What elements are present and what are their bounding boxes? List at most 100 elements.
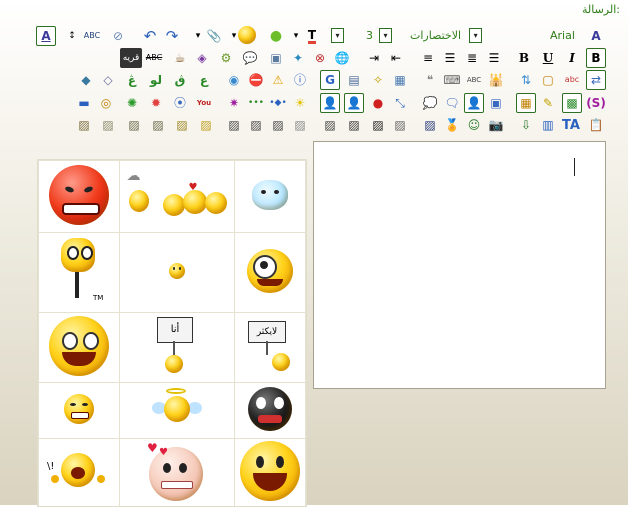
emoticon-cell[interactable] bbox=[234, 232, 306, 313]
character-icon[interactable]: ☺ bbox=[464, 115, 484, 135]
pencil-icon[interactable]: ✎ bbox=[538, 93, 558, 113]
emoticon-cell[interactable] bbox=[234, 160, 306, 233]
align-left-icon[interactable]: ☰ bbox=[440, 48, 460, 68]
film-icon[interactable]: ▩ bbox=[562, 93, 582, 113]
medal-icon[interactable]: 🏅 bbox=[442, 115, 462, 135]
keyboard-icon[interactable]: ⌨ bbox=[442, 70, 462, 90]
mosque-icon[interactable]: 🕌 bbox=[486, 70, 506, 90]
text-style-icon[interactable]: T bbox=[302, 26, 322, 46]
outdent-icon[interactable]: ⇤ bbox=[386, 48, 406, 68]
strike-abc-icon[interactable]: ABC bbox=[144, 48, 164, 68]
sort-icon[interactable]: ⇅ bbox=[516, 70, 536, 90]
bold-toggle-icon[interactable]: B bbox=[586, 48, 606, 68]
table-icon[interactable]: ▦ bbox=[390, 70, 410, 90]
photo-5-icon[interactable]: ▨ bbox=[172, 115, 192, 135]
user-icon[interactable]: 👤 bbox=[320, 93, 340, 113]
emoticon-cell[interactable] bbox=[38, 382, 120, 439]
photo-10-icon[interactable]: ▨ bbox=[290, 115, 310, 135]
photo-14-icon[interactable]: ▨ bbox=[390, 115, 410, 135]
spellcheck-icon[interactable]: ABC bbox=[82, 26, 102, 46]
photo-11-icon[interactable]: ▨ bbox=[320, 115, 340, 135]
emoticon-cell[interactable] bbox=[119, 232, 235, 313]
abc-123-icon[interactable]: ABC bbox=[464, 70, 484, 90]
italic-icon[interactable]: I bbox=[562, 48, 582, 68]
calendar-icon[interactable]: ▦ bbox=[516, 93, 536, 113]
download-icon[interactable]: ⇩ bbox=[516, 115, 536, 135]
globe-green-icon[interactable]: ◉ bbox=[224, 70, 244, 90]
emoticon-cell[interactable]: أنا bbox=[119, 312, 235, 383]
photo-8-icon[interactable]: ▨ bbox=[246, 115, 266, 135]
sun-icon[interactable]: ☀ bbox=[290, 93, 310, 113]
globe-icon[interactable]: 🌐 bbox=[332, 48, 352, 68]
font-name-select[interactable]: Arial bbox=[550, 26, 575, 45]
wand-icon[interactable]: ✧ bbox=[368, 70, 388, 90]
move-updown-icon[interactable]: ↕ bbox=[62, 26, 82, 46]
window-icon[interactable]: ▤ bbox=[344, 70, 364, 90]
columns-icon[interactable]: ▥ bbox=[538, 115, 558, 135]
font-color-icon[interactable]: A bbox=[36, 26, 56, 46]
arabic-kaf-icon[interactable]: ڨ bbox=[170, 70, 190, 90]
record-icon[interactable]: ● bbox=[368, 93, 388, 113]
media-icon[interactable]: ◎ bbox=[96, 93, 116, 113]
emoticon-cell[interactable] bbox=[234, 382, 306, 439]
photo-4-icon[interactable]: ▨ bbox=[148, 115, 168, 135]
remove-link-icon[interactable]: ⊗ bbox=[310, 48, 330, 68]
sparkle-icon[interactable]: ✹ bbox=[146, 93, 166, 113]
align-center-icon[interactable]: ≣ bbox=[462, 48, 482, 68]
align-right-icon[interactable]: ☰ bbox=[484, 48, 504, 68]
google-icon[interactable]: G bbox=[320, 70, 340, 90]
apple-icon[interactable]: ● bbox=[266, 26, 286, 46]
star-burst-icon[interactable]: ✷ bbox=[224, 93, 244, 113]
redo-icon[interactable]: ↷ bbox=[162, 26, 182, 46]
resize-icon[interactable]: ⤡ bbox=[390, 93, 410, 113]
emoticon-cell[interactable]: \! bbox=[38, 438, 120, 506]
paperclip-icon[interactable]: 📎 bbox=[204, 26, 224, 46]
smiley-icon[interactable] bbox=[236, 24, 258, 46]
rtl-icon[interactable]: ⇄ bbox=[586, 70, 606, 90]
emoticon-cell[interactable]: TM bbox=[38, 232, 120, 313]
emoticon-cell[interactable]: ♥ ♥ bbox=[119, 438, 235, 506]
arabic-letter-icon[interactable]: ڠ bbox=[122, 70, 142, 90]
emoticon-cell[interactable] bbox=[38, 312, 120, 383]
dots-blue-icon[interactable]: •◆• bbox=[268, 93, 288, 113]
youtube-icon[interactable]: You bbox=[194, 93, 214, 113]
emoticon-cell[interactable]: لايكثر bbox=[234, 312, 306, 383]
emoticon-cell[interactable] bbox=[119, 382, 235, 439]
cubes-icon[interactable]: ◆ bbox=[76, 70, 96, 90]
dots-icon[interactable]: ••• bbox=[246, 93, 266, 113]
arabic-ain-icon[interactable]: ع bbox=[194, 70, 214, 90]
text-style-dropdown[interactable]: ▾ bbox=[331, 26, 344, 45]
coffee-icon[interactable]: ☕ bbox=[170, 48, 190, 68]
format-icon[interactable]: A bbox=[586, 26, 606, 46]
arabic-word-icon[interactable]: لو bbox=[146, 70, 166, 90]
gallery-icon[interactable]: ▣ bbox=[486, 93, 506, 113]
abc-color-icon[interactable]: abc bbox=[562, 70, 582, 90]
image-icon[interactable]: ▣ bbox=[266, 48, 286, 68]
text-effect-icon[interactable]: TA bbox=[560, 115, 582, 135]
quote-icon[interactable]: ❝ bbox=[420, 70, 440, 90]
photo-12-icon[interactable]: ▨ bbox=[344, 115, 364, 135]
emoticon-cell[interactable] bbox=[38, 160, 120, 233]
photo-9-icon[interactable]: ▨ bbox=[268, 115, 288, 135]
stop-icon[interactable]: ⛔ bbox=[246, 70, 266, 90]
speech-blue-icon[interactable]: 🗨 bbox=[442, 93, 462, 113]
s-symbol-icon[interactable]: (S) bbox=[586, 93, 606, 113]
flash-icon[interactable]: ✦ bbox=[288, 48, 308, 68]
message-editor[interactable] bbox=[313, 141, 606, 389]
emoticon-cell[interactable]: ☁ ♥ bbox=[119, 160, 235, 233]
remove-format-icon[interactable]: ⊘ bbox=[108, 26, 128, 46]
camera-icon[interactable]: 📷 bbox=[486, 115, 506, 135]
emoticon-cell[interactable] bbox=[234, 438, 306, 506]
shortcuts-select[interactable]: الاختصارات ▾ bbox=[410, 26, 483, 45]
photo-1-icon[interactable]: ▨ bbox=[74, 115, 94, 135]
clip-word-icon[interactable]: ﻗﺮﻳﻪ bbox=[120, 48, 142, 68]
speech-icon[interactable]: 💬 bbox=[240, 48, 260, 68]
frame-icon[interactable]: ▢ bbox=[538, 70, 558, 90]
code-icon[interactable]: ◈ bbox=[192, 48, 212, 68]
photo-15-icon[interactable]: ▨ bbox=[420, 115, 440, 135]
photo-3-icon[interactable]: ▨ bbox=[124, 115, 144, 135]
photo-13-icon[interactable]: ▨ bbox=[368, 115, 388, 135]
emblem-icon[interactable]: ⦿ bbox=[170, 93, 190, 113]
gear-icon[interactable]: ⚙ bbox=[216, 48, 236, 68]
fireworks-icon[interactable]: ✺ bbox=[122, 93, 142, 113]
